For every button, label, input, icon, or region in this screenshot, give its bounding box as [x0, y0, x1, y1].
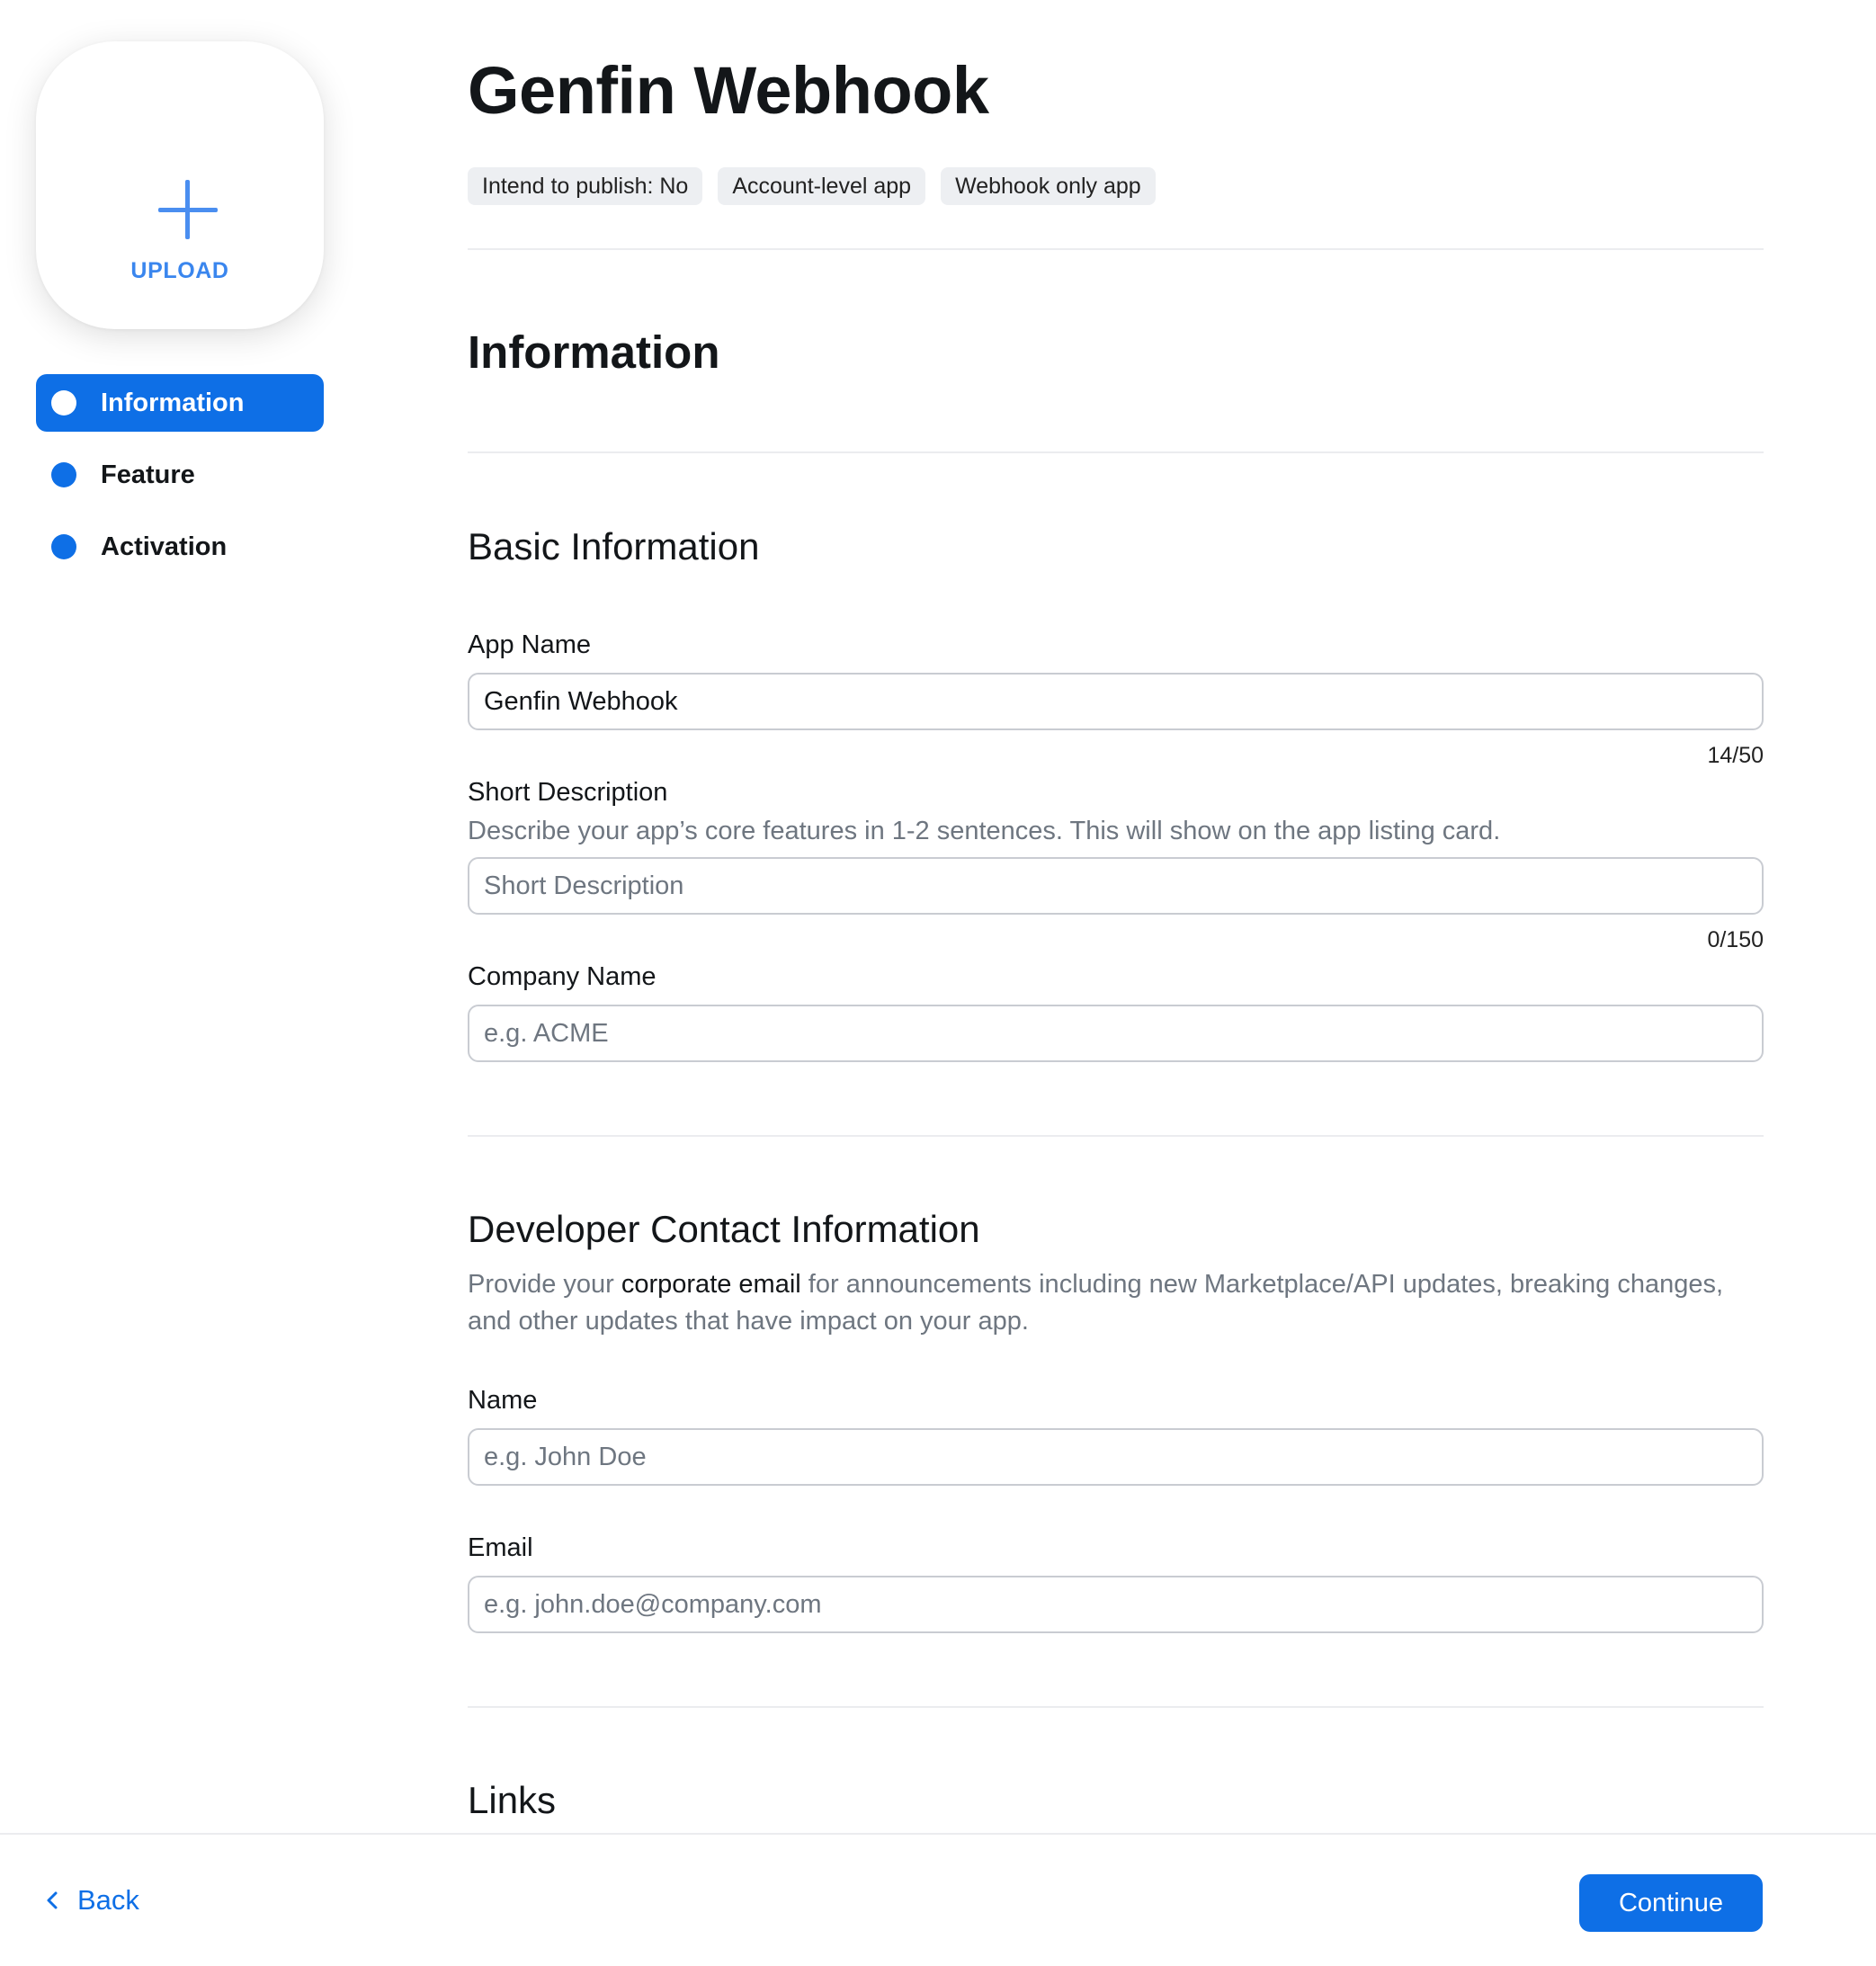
divider: [468, 1706, 1764, 1708]
divider: [468, 451, 1764, 453]
divider: [468, 1135, 1764, 1137]
back-button[interactable]: Back: [40, 1884, 139, 1917]
contact-email-label: Email: [468, 1533, 533, 1562]
developer-contact-title: Developer Contact Information: [468, 1208, 980, 1250]
contact-name-label: Name: [468, 1386, 538, 1415]
sidebar-item-label: Activation: [101, 532, 228, 561]
chevron-left-icon: [47, 1891, 58, 1909]
plus-icon: [36, 180, 324, 239]
company-name-label: Company Name: [468, 962, 657, 991]
footer-bar: Back Continue: [0, 1833, 1876, 1966]
back-label: Back: [77, 1884, 139, 1916]
short-description-input[interactable]: [468, 857, 1764, 915]
sidebar-item-activation[interactable]: Activation: [36, 518, 324, 576]
short-description-counter: 0/150: [1707, 927, 1764, 952]
sidebar-item-label: Feature: [101, 460, 195, 489]
step-dot-icon: [51, 462, 76, 487]
section-title: Information: [468, 326, 720, 378]
app-tags: Intend to publish: No Account-level app …: [468, 167, 1156, 205]
tag-account-level: Account-level app: [718, 167, 926, 205]
developer-contact-hint: Provide your corporate email for announc…: [468, 1266, 1764, 1340]
contact-name-input[interactable]: [468, 1428, 1764, 1486]
app-name-label: App Name: [468, 630, 592, 659]
app-title: Genfin Webhook: [468, 53, 989, 128]
links-title: Links: [468, 1779, 557, 1821]
tag-intend-to-publish: Intend to publish: No: [468, 167, 703, 205]
divider: [468, 248, 1764, 250]
hint-text: Provide your: [468, 1270, 621, 1299]
sidebar-item-label: Information: [101, 388, 245, 417]
short-description-hint: Describe your app’s core features in 1-2…: [468, 817, 1501, 845]
company-name-input[interactable]: [468, 1005, 1764, 1062]
upload-label: UPLOAD: [130, 258, 229, 283]
sidebar-item-feature[interactable]: Feature: [36, 446, 324, 504]
app-name-counter: 14/50: [1707, 743, 1764, 768]
continue-button[interactable]: Continue: [1579, 1874, 1763, 1932]
contact-email-input[interactable]: [468, 1576, 1764, 1633]
sidebar-nav: Information Feature Activation: [36, 374, 324, 590]
corporate-email-emphasis: corporate email: [621, 1270, 801, 1299]
upload-logo-button[interactable]: UPLOAD: [36, 41, 324, 329]
tag-webhook-only: Webhook only app: [941, 167, 1156, 205]
sidebar-item-information[interactable]: Information: [36, 374, 324, 432]
basic-info-title: Basic Information: [468, 525, 760, 567]
short-description-label: Short Description: [468, 778, 668, 807]
app-name-input[interactable]: [468, 673, 1764, 730]
step-dot-icon: [51, 534, 76, 559]
step-dot-icon: [51, 390, 76, 416]
